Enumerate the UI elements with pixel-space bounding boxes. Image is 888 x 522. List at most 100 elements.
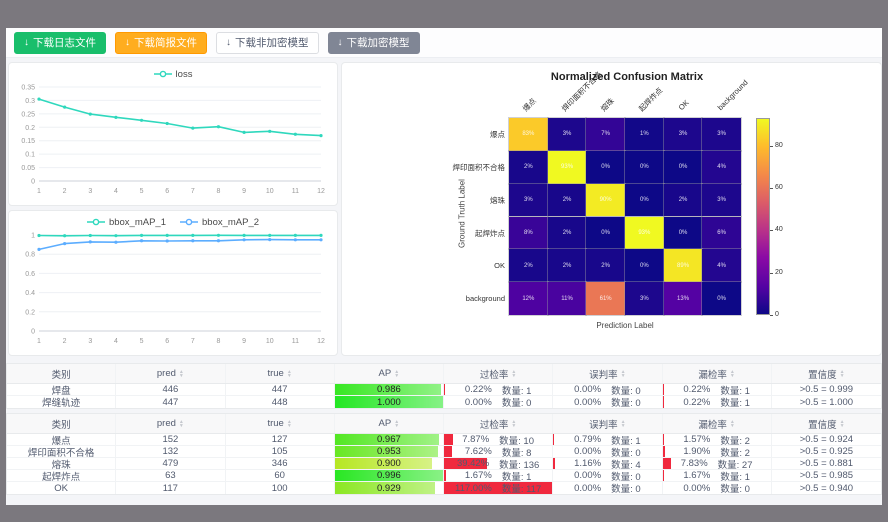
colorbar-tick-label: 60 — [775, 184, 783, 191]
overkill-count: 数量: 8 — [502, 446, 532, 457]
svg-text:5: 5 — [140, 338, 144, 345]
metrics-tables: 类别pred▲▼true▲▼AP▲▼过检率▲▼误判率▲▼漏检率▲▼置信度▲▼焊盘… — [6, 363, 882, 495]
confusion-matrix-title: Normalized Confusion Matrix — [452, 71, 802, 83]
misjudge-cell: 0.00%数量: 0 — [553, 384, 662, 395]
column-header-误判率[interactable]: 误判率▲▼ — [553, 364, 662, 383]
column-header-AP[interactable]: AP▲▼ — [335, 414, 444, 433]
ap-value: 0.953 — [377, 446, 401, 457]
sort-carets-icon[interactable]: ▲▼ — [287, 420, 292, 428]
sort-carets-icon[interactable]: ▲▼ — [730, 370, 735, 378]
sort-carets-icon[interactable]: ▲▼ — [730, 420, 735, 428]
legend-label: bbox_mAP_2 — [202, 217, 259, 228]
column-header-置信度[interactable]: 置信度▲▼ — [772, 364, 881, 383]
table-row: 焊盘4464470.9860.22%数量: 10.00%数量: 00.22%数量… — [7, 384, 881, 396]
overkill-bar — [444, 384, 445, 395]
sort-carets-icon[interactable]: ▲▼ — [179, 370, 184, 378]
misjudge-cell: 0.79%数量: 1 — [553, 434, 662, 445]
download-unencrypted-model-button[interactable]: ↓下载非加密模型 — [216, 32, 319, 54]
matrix-cell-value: 3% — [563, 131, 572, 137]
matrix-column-label: background — [715, 78, 749, 112]
sort-carets-icon[interactable]: ▲▼ — [840, 420, 845, 428]
table-row: 熔珠4793460.90039.42%数量: 1361.16%数量: 47.83… — [7, 458, 881, 470]
miss-percent: 0.22% — [683, 384, 710, 395]
miss-count: 数量: 2 — [720, 446, 750, 457]
colorbar-tickmark — [770, 273, 773, 274]
svg-text:1: 1 — [37, 338, 41, 345]
matrix-cell: 4% — [702, 249, 741, 282]
miss-count: 数量: 1 — [720, 384, 750, 395]
column-header-label: 置信度 — [808, 417, 837, 431]
svg-text:2: 2 — [63, 338, 67, 345]
sort-carets-icon[interactable]: ▲▼ — [840, 370, 845, 378]
matrix-cell: 89% — [664, 249, 703, 282]
loss-line-chart: 00.050.10.150.20.250.30.3512345678910111… — [9, 81, 331, 197]
sort-carets-icon[interactable]: ▲▼ — [179, 420, 184, 428]
column-header-过检率[interactable]: 过检率▲▼ — [444, 364, 553, 383]
column-header-置信度[interactable]: 置信度▲▼ — [772, 414, 881, 433]
column-header-true[interactable]: true▲▼ — [226, 414, 335, 433]
column-header-label: 漏检率 — [698, 417, 727, 431]
miss-percent: 0.22% — [683, 397, 710, 408]
matrix-cell-value: 93% — [638, 230, 650, 236]
misjudge-count: 数量: 0 — [611, 470, 641, 481]
download-icon: ↓ — [338, 38, 343, 48]
svg-text:0.2: 0.2 — [25, 309, 35, 316]
overkill-count: 数量: 10 — [499, 434, 534, 445]
miss-bar — [663, 458, 671, 469]
sort-carets-icon[interactable]: ▲▼ — [511, 370, 516, 378]
download-log-button[interactable]: ↓下载日志文件 — [14, 32, 106, 54]
ap-cell: 0.967 — [335, 434, 444, 445]
download-report-button[interactable]: ↓下载简报文件 — [115, 32, 207, 54]
column-header-过检率[interactable]: 过检率▲▼ — [444, 414, 553, 433]
pred-cell: 446 — [116, 384, 225, 395]
column-header-label: true — [267, 368, 283, 379]
overkill-count: 数量: 136 — [499, 458, 539, 469]
svg-text:7: 7 — [191, 338, 195, 345]
confidence-cell: >0.5 = 0.985 — [772, 470, 881, 481]
sort-carets-icon[interactable]: ▲▼ — [394, 370, 399, 378]
column-header-漏检率[interactable]: 漏检率▲▼ — [663, 364, 772, 383]
svg-text:6: 6 — [165, 338, 169, 345]
svg-text:8: 8 — [217, 338, 221, 345]
column-header-AP[interactable]: AP▲▼ — [335, 364, 444, 383]
svg-text:0.4: 0.4 — [25, 290, 35, 297]
column-header-漏检率[interactable]: 漏检率▲▼ — [663, 414, 772, 433]
column-header-pred[interactable]: pred▲▼ — [116, 364, 225, 383]
name-cell: 焊印面积不合格 — [7, 446, 116, 457]
ap-cell: 1.000 — [335, 396, 444, 408]
legend-item-bbox_mAP_1[interactable]: bbox_mAP_1 — [87, 217, 166, 228]
misjudge-percent: 0.00% — [574, 384, 601, 395]
legend-item-loss[interactable]: loss — [154, 69, 193, 80]
column-header-误判率[interactable]: 误判率▲▼ — [553, 414, 662, 433]
column-header-label: 置信度 — [808, 367, 837, 381]
button-label: 下载加密模型 — [347, 35, 410, 50]
misjudge-bar — [553, 458, 554, 469]
miss-cell: 1.90% 数量: 2 — [663, 446, 772, 457]
matrix-cell-value: 0% — [679, 230, 688, 236]
column-header-label: 误判率 — [589, 367, 618, 381]
column-header-true[interactable]: true ▲▼ — [226, 364, 335, 383]
misjudge-count: 数量: 0 — [611, 396, 641, 408]
ap-value: 0.967 — [377, 434, 401, 445]
matrix-cell: 2% — [548, 184, 587, 217]
matrix-cell: 12% — [509, 282, 548, 315]
column-header-pred[interactable]: pred▲▼ — [116, 414, 225, 433]
matrix-cell-value: 1% — [640, 131, 649, 137]
sort-carets-icon[interactable]: ▲▼ — [394, 420, 399, 428]
matrix-cell: 3% — [509, 184, 548, 217]
sort-carets-icon[interactable]: ▲▼ — [287, 370, 292, 378]
map-chart-card: bbox_mAP_1 bbox_mAP_2 00.20.40.60.811234… — [8, 210, 338, 356]
download-encrypted-model-button[interactable]: ↓ 下载加密模型 — [328, 32, 420, 54]
legend-item-bbox_mAP_2[interactable]: bbox_mAP_2 — [180, 217, 259, 228]
legend-marker-icon — [180, 218, 198, 226]
sort-carets-icon[interactable]: ▲▼ — [621, 420, 626, 428]
sort-carets-icon[interactable]: ▲▼ — [621, 370, 626, 378]
miss-percent: 1.90% — [683, 446, 710, 457]
sort-carets-icon[interactable]: ▲▼ — [511, 420, 516, 428]
misjudge-percent: 1.16% — [574, 458, 601, 469]
matrix-cell-value: 6% — [717, 230, 726, 236]
matrix-cell: 0% — [625, 249, 664, 282]
ap-value: 0.986 — [377, 384, 401, 395]
overkill-count: 数量: 117 — [502, 482, 541, 494]
svg-text:0.05: 0.05 — [21, 165, 35, 172]
